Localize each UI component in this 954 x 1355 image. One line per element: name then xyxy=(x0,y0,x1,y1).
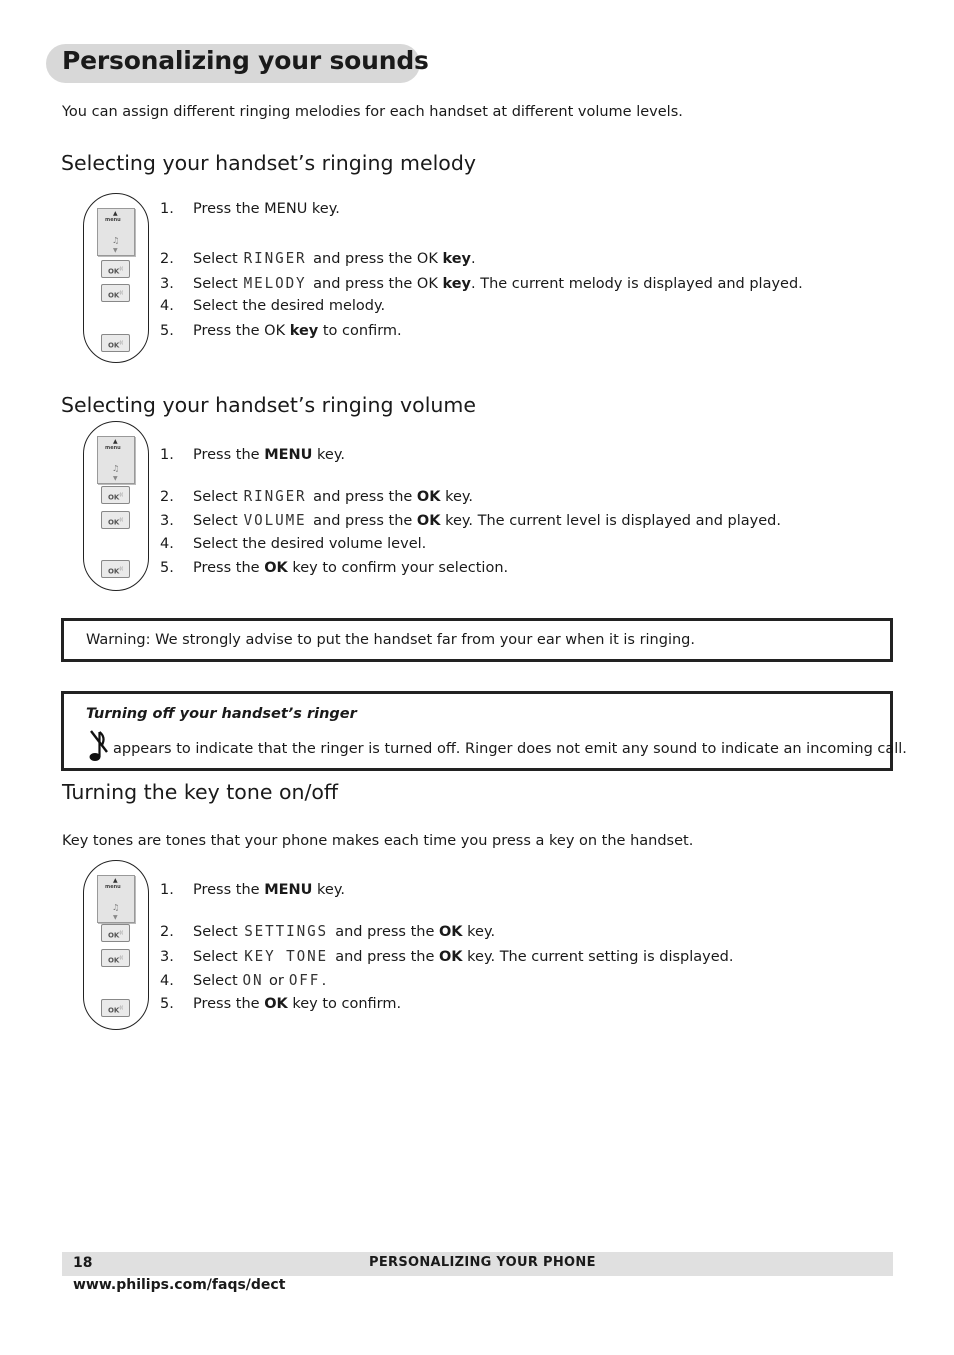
step-item: 3. Select VOLUME and press the OK key. Th… xyxy=(160,511,781,529)
ok-key-icon: OK(( xyxy=(101,999,130,1017)
lcd-text: OFF xyxy=(289,971,321,989)
lcd-text: SETTINGS xyxy=(244,922,329,940)
lcd-text: KEY TONE xyxy=(244,947,329,965)
step-item: 5. Press the OK key to confirm. xyxy=(160,323,402,339)
ok-key-icon: OK(( xyxy=(101,924,130,942)
warning-text: Warning: We strongly advise to put the h… xyxy=(86,632,695,648)
down-arrow-icon: ▼ xyxy=(113,247,118,254)
step-item: 4. Select the desired melody. xyxy=(160,298,386,314)
ringer-note-title: Turning off your handset’s ringer xyxy=(86,706,357,722)
bell-icon: ♫ xyxy=(112,903,120,912)
ok-key-icon: OK(( xyxy=(101,560,130,578)
step-item: 5. Press the OK key to confirm your selec… xyxy=(160,560,509,576)
warning-box: Warning: We strongly advise to put the h… xyxy=(61,618,893,662)
step-item: 2. Select SETTINGS and press the OK key. xyxy=(160,922,496,940)
ok-key-icon: OK(( xyxy=(101,260,130,278)
lcd-text: VOLUME xyxy=(243,511,307,529)
up-arrow-icon: ▲ xyxy=(113,210,118,217)
down-arrow-icon: ▼ xyxy=(113,475,118,482)
bell-icon: ♫ xyxy=(112,464,120,473)
ok-key-icon: OK(( xyxy=(101,486,130,504)
lcd-text: RINGER xyxy=(243,487,307,505)
ringer-off-icon xyxy=(88,728,110,770)
up-arrow-icon: ▲ xyxy=(113,877,118,884)
page-title: Personalizing your sounds xyxy=(62,46,429,75)
ok-key-icon: OK(( xyxy=(101,284,130,302)
bell-icon: ♫ xyxy=(112,236,120,245)
handset-diagram: ▲ menu ♫ ▼ OK(( OK(( OK(( xyxy=(83,193,149,363)
step-item: 2. Select RINGER and press the OK key. xyxy=(160,487,474,505)
ok-key-icon: OK(( xyxy=(101,949,130,967)
footer-url[interactable]: www.philips.com/faqs/dect xyxy=(73,1277,285,1293)
step-item: 2. Select RINGER and press the OK key. xyxy=(160,249,476,267)
intro-text: You can assign different ringing melodie… xyxy=(62,104,683,120)
step-item: 1. Press the MENU key. xyxy=(160,201,340,217)
lcd-text: ON xyxy=(242,971,264,989)
step-item: 5. Press the OK key to confirm. xyxy=(160,996,402,1012)
page-number: 18 xyxy=(73,1255,93,1271)
down-arrow-icon: ▼ xyxy=(113,914,118,921)
section-heading-melody: Selecting your handset’s ringing melody xyxy=(61,151,476,175)
step-item: 4. Select the desired volume level. xyxy=(160,536,427,552)
footer-section-title: PERSONALIZING YOUR PHONE xyxy=(369,1255,596,1270)
handset-screen: ▲ menu ♫ ▼ xyxy=(97,436,135,484)
step-item: 1. Press the MENU key. xyxy=(160,882,345,898)
up-arrow-icon: ▲ xyxy=(113,438,118,445)
ok-key-icon: OK(( xyxy=(101,511,130,529)
handset-diagram: ▲ menu ♫ ▼ OK(( OK(( OK(( xyxy=(83,421,149,591)
lcd-text: MELODY xyxy=(243,274,307,292)
menu-label: menu xyxy=(105,884,121,890)
section-heading-keytone: Turning the key tone on/off xyxy=(62,780,339,804)
step-item: 4. Select ON or OFF. xyxy=(160,971,327,989)
handset-diagram: ▲ menu ♫ ▼ OK(( OK(( OK(( xyxy=(83,860,149,1030)
keytone-intro: Key tones are tones that your phone make… xyxy=(62,833,694,849)
step-item: 3. Select MELODY and press the OK key. Th… xyxy=(160,274,803,292)
menu-label: menu xyxy=(105,217,121,223)
ringer-note-text: appears to indicate that the ringer is t… xyxy=(113,741,907,757)
step-item: 3. Select KEY TONE and press the OK key. … xyxy=(160,947,734,965)
handset-screen: ▲ menu ♫ ▼ xyxy=(97,208,135,256)
menu-label: menu xyxy=(105,445,121,451)
handset-screen: ▲ menu ♫ ▼ xyxy=(97,875,135,923)
step-item: 1. Press the MENU key. xyxy=(160,447,345,463)
section-heading-volume: Selecting your handset’s ringing volume xyxy=(61,393,476,417)
ringer-note-box: Turning off your handset’s ringer appear… xyxy=(61,691,907,771)
ok-key-icon: OK(( xyxy=(101,334,130,352)
lcd-text: RINGER xyxy=(243,249,307,267)
